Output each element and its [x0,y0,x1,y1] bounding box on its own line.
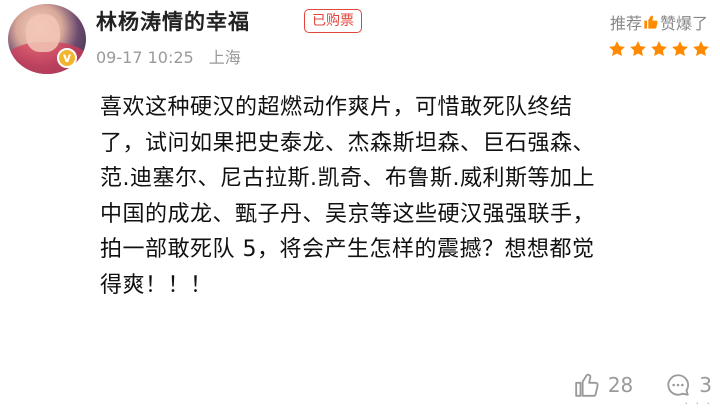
review-line: 范.迪塞尔、尼古拉斯.凯奇、布鲁斯.威利斯等加上 [100,166,595,191]
star-icon [693,41,709,57]
star-icon [672,41,688,57]
star-icon [609,41,625,57]
thumb-up-small-icon [644,15,658,29]
verified-v-icon: v [57,48,77,68]
review-text: 喜欢这种硬汉的超燃动作爽片，可惜敢死队终结 了，试问如果把史泰龙、杰森斯坦森、巨… [100,90,710,303]
review-line: 中国的成龙、甄子丹、吴京等这些硬汉强强联手， [100,201,596,227]
like-button[interactable]: 28 [574,372,633,398]
avatar-face [26,14,60,52]
username[interactable]: 林杨涛情的幸福 [96,6,250,36]
thumb-up-icon [575,373,599,397]
post-meta: 09-17 10:25 上海 [96,44,251,68]
review-line: 了，试问如果把史泰龙、杰森斯坦森、巨石强森、 [100,130,596,156]
star-rating [608,40,710,58]
purchased-badge: 已购票 [304,9,362,33]
recommend-text-right: 赞爆了 [659,14,708,33]
like-count: 28 [607,373,634,397]
comment-button[interactable]: 3 [665,372,712,398]
review-line: 喜欢这种硬汉的超燃动作爽片，可惜敢死队终结 [100,95,573,120]
post-date: 09-17 10:25 [96,48,194,67]
star-icon [630,41,646,57]
comment-icon [667,374,690,396]
post-location: 上海 [208,48,241,67]
review-line: 拍一部敢死队 5，将会产生怎样的震撼？想想都觉 [100,237,595,262]
action-bar: 28 3 [542,372,712,398]
review-line: 得爽！！！ [100,272,213,298]
comment-count: 3 [699,373,712,397]
watermark: · · · [684,397,712,410]
star-icon [651,41,667,57]
recommend-label: 推荐 赞爆了 [610,10,708,34]
recommend-text-left: 推荐 [609,14,642,33]
